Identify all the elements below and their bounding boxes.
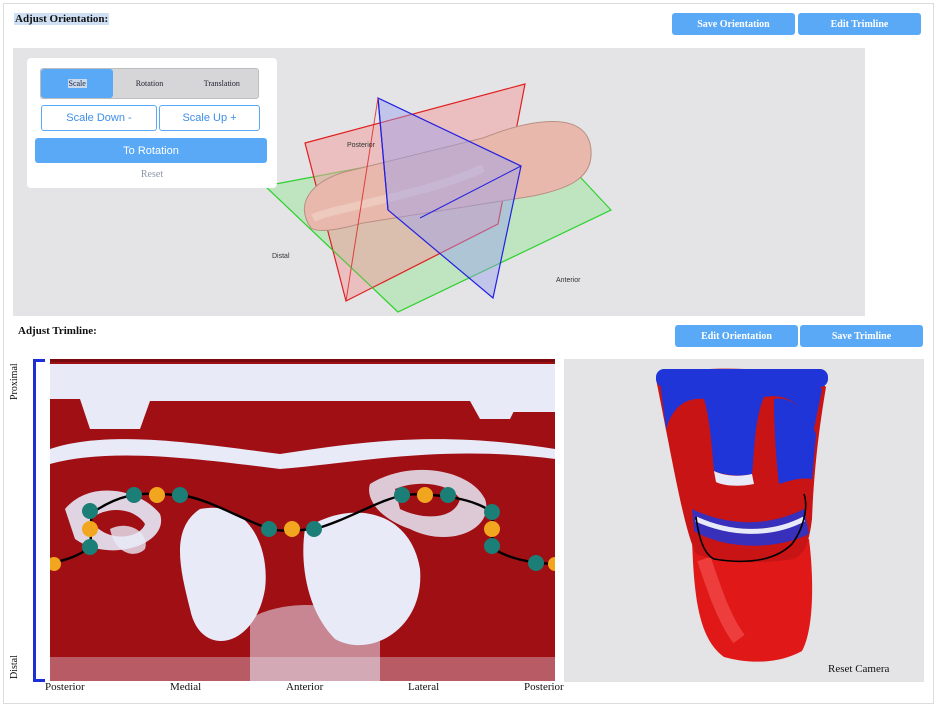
distal-label: Distal	[272, 253, 290, 260]
anterior-label: Anterior	[556, 277, 581, 284]
save-trimline-button[interactable]: Save Trimline	[800, 325, 923, 347]
x-label-anterior: Anterior	[286, 681, 324, 693]
tab-rotation-label: Rotation	[135, 79, 164, 88]
trimline-control-points[interactable]	[50, 359, 555, 681]
save-orientation-button[interactable]: Save Orientation	[672, 13, 795, 35]
scale-bar-bottom-tick	[33, 679, 45, 682]
x-label-posterior-left: Posterior	[45, 681, 85, 693]
orientation-section-title: Adjust Orientation:	[14, 13, 110, 25]
x-label-posterior-right: Posterior	[524, 681, 564, 693]
distal-axis-label: Distal	[9, 655, 20, 679]
edit-orientation-button[interactable]: Edit Orientation	[675, 325, 798, 347]
transform-tabs: Scale Rotation Translation	[40, 68, 259, 99]
x-label-medial: Medial	[170, 681, 202, 693]
scale-up-button[interactable]: Scale Up +	[159, 105, 260, 131]
socket-3d-model	[656, 368, 828, 662]
trimline-3d-viewport[interactable]	[564, 359, 924, 682]
x-label-lateral: Lateral	[408, 681, 440, 693]
tab-scale-label: Scale	[67, 79, 87, 88]
edit-trimline-button[interactable]: Edit Trimline	[798, 13, 921, 35]
to-rotation-button[interactable]: To Rotation	[35, 138, 267, 163]
reset-link[interactable]: Reset	[27, 169, 277, 180]
tab-rotation[interactable]: Rotation	[113, 69, 185, 98]
tab-translation[interactable]: Translation	[186, 69, 258, 98]
proximal-distal-scale-bar	[33, 359, 36, 682]
proximal-axis-label: Proximal	[9, 363, 20, 400]
trimline-section-title: Adjust Trimline:	[18, 325, 97, 337]
posterior-label: Posterior	[347, 142, 376, 149]
tab-scale[interactable]: Scale	[41, 69, 114, 98]
transform-control-panel: Scale Rotation Translation Scale Down - …	[27, 58, 277, 188]
scale-down-button[interactable]: Scale Down -	[41, 105, 157, 131]
trimline-heatmap-canvas[interactable]	[50, 359, 555, 681]
scale-bar-top-tick	[33, 359, 45, 362]
reset-camera-button[interactable]: Reset Camera	[828, 663, 889, 675]
tab-translation-label: Translation	[203, 79, 240, 88]
